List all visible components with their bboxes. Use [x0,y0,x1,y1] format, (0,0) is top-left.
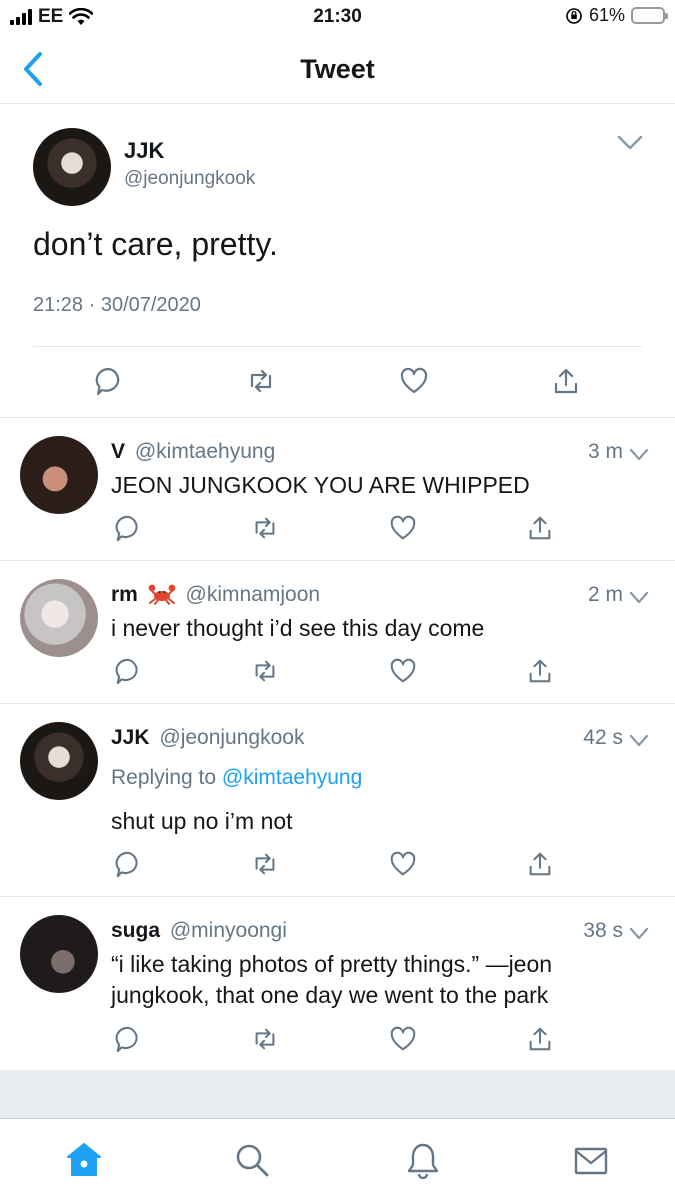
reply-item[interactable]: suga @minyoongi 38 s “i like taking phot… [0,897,675,1070]
chevron-down-icon[interactable] [629,448,649,462]
reply-actions [0,657,675,687]
main-tweet: JJK @jeonjungkook don’t care, pretty. 21… [0,104,675,418]
reply-time: 42 s [583,726,623,749]
share-icon[interactable] [526,514,554,542]
chevron-down-icon[interactable] [617,134,643,152]
chevron-down-icon[interactable] [629,591,649,605]
retweet-icon[interactable] [251,850,279,878]
reply-item[interactable]: JJK @jeonjungkook 42 s Replying to @kimt… [0,704,675,897]
reply-author-handle[interactable]: @kimnamjoon [186,583,321,606]
avatar[interactable] [33,128,111,206]
replying-to-prefix: Replying to [111,766,217,789]
reply-author-handle[interactable]: @jeonjungkook [159,726,304,749]
timeline-end-band [0,1070,675,1118]
tweet-text: don’t care, pretty. [33,226,278,262]
share-icon[interactable] [551,366,581,396]
author-handle[interactable]: @jeonjungkook [124,168,255,190]
retweet-icon[interactable] [251,1025,279,1053]
like-icon[interactable] [389,850,417,878]
battery-icon [631,7,668,24]
tweet-actions [0,366,675,400]
reply-actions [0,514,675,544]
like-icon[interactable] [389,1025,417,1053]
share-icon[interactable] [526,1025,554,1053]
reply-time: 2 m [587,583,623,606]
reply-author-handle[interactable]: @minyoongi [170,919,287,942]
reply-icon[interactable] [114,657,142,685]
reply-header: rm @kimnamjoon [111,583,320,607]
crab-emoji-icon [148,584,176,605]
reply-header: V @kimtaehyung [111,440,275,464]
reply-item[interactable]: V @kimtaehyung 3 m JEON JUNGKOOK YOU ARE… [0,418,675,561]
nav-header: Tweet [0,36,675,104]
tweet-timestamp: 21:28 · 30/07/2020 [33,294,201,316]
reply-author-name[interactable]: V [111,440,125,463]
author-name[interactable]: JJK [124,138,164,164]
retweet-icon[interactable] [251,514,279,542]
retweet-icon[interactable] [246,366,276,396]
replying-to-link[interactable]: @kimtaehyung [222,766,362,789]
search-icon[interactable] [234,1141,270,1179]
reply-time: 3 m [587,440,623,463]
home-icon[interactable] [66,1141,102,1179]
reply-text: “i like taking photos of pretty things.”… [111,951,553,1008]
reply-text: shut up no i’m not [111,808,293,834]
reply-author-name[interactable]: rm [111,583,138,606]
reply-icon[interactable] [114,514,142,542]
reply-item[interactable]: rm @kimnamjoon 2 m i never thought i’d s… [0,561,675,704]
reply-author-name[interactable]: suga [111,919,160,942]
reply-time: 38 s [583,919,623,942]
messages-icon[interactable] [573,1141,609,1179]
divider [33,346,642,347]
page-title: Tweet [300,54,375,84]
reply-author-handle[interactable]: @kimtaehyung [135,440,275,463]
reply-actions [0,1025,675,1055]
like-icon[interactable] [389,657,417,685]
avatar[interactable] [20,436,98,514]
orientation-lock-icon [566,7,582,24]
tab-bar [0,1118,675,1200]
like-icon[interactable] [389,514,417,542]
reply-text: i never thought i’d see this day come [111,615,485,641]
share-icon[interactable] [526,850,554,878]
status-bar: EE 21:30 61% [0,0,675,36]
retweet-icon[interactable] [251,657,279,685]
reply-icon[interactable] [114,1025,142,1053]
share-icon[interactable] [526,657,554,685]
notifications-icon[interactable] [405,1141,441,1179]
reply-header: JJK @jeonjungkook [111,726,304,750]
reply-actions [0,850,675,880]
avatar[interactable] [20,722,98,800]
reply-icon[interactable] [94,366,124,396]
chevron-down-icon[interactable] [629,927,649,941]
reply-icon[interactable] [114,850,142,878]
avatar[interactable] [20,579,98,657]
battery-percent: 61% [588,5,625,25]
like-icon[interactable] [399,366,429,396]
replying-to: Replying to @kimtaehyung [111,766,362,790]
status-right: 61% [565,5,668,26]
avatar[interactable] [20,915,98,993]
reply-text: JEON JUNGKOOK YOU ARE WHIPPED [111,472,530,498]
reply-header: suga @minyoongi [111,919,287,943]
reply-author-name[interactable]: JJK [111,726,150,749]
chevron-down-icon[interactable] [629,734,649,748]
